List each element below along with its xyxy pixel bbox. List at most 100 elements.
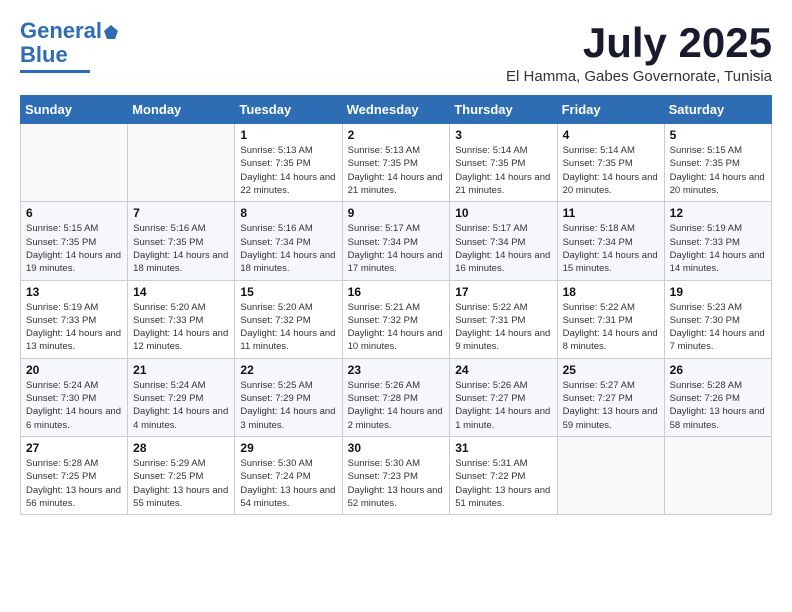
calendar-cell: 29 Sunrise: 5:30 AM Sunset: 7:24 PM Dayli… [235,436,342,514]
calendar-cell: 2 Sunrise: 5:13 AM Sunset: 7:35 PM Daylig… [342,124,450,202]
day-number: 13 [26,285,122,299]
logo: General Blue [20,20,119,73]
day-info: Sunrise: 5:22 AM Sunset: 7:31 PM Dayligh… [455,301,551,354]
calendar-cell [557,436,664,514]
day-info: Sunrise: 5:16 AM Sunset: 7:34 PM Dayligh… [240,222,336,275]
calendar-cell: 23Sunrise: 5:26 AM Sunset: 7:28 PM Dayli… [342,358,450,436]
day-number: 1 [240,128,336,142]
location-title: El Hamma, Gabes Governorate, Tunisia [506,68,772,85]
day-info: Sunrise: 5:29 AM Sunset: 7:25 PM Dayligh… [133,457,229,510]
calendar-week-3: 13 Sunrise: 5:19 AM Sunset: 7:33 PM Dayli… [21,280,772,358]
calendar-cell: 16 Sunrise: 5:21 AM Sunset: 7:32 PM Dayli… [342,280,450,358]
calendar-cell: 4 Sunrise: 5:14 AM Sunset: 7:35 PM Daylig… [557,124,664,202]
day-info: Sunrise: 5:13 AM Sunset: 7:35 PM Dayligh… [240,144,336,197]
day-number: 16 [348,285,445,299]
day-number: 22 [240,363,336,377]
calendar-cell: 25Sunrise: 5:27 AM Sunset: 7:27 PM Dayli… [557,358,664,436]
day-info: Sunrise: 5:24 AM Sunset: 7:30 PM Dayligh… [26,379,122,432]
logo-blue-text: Blue [20,42,68,68]
calendar-week-5: 27Sunrise: 5:28 AM Sunset: 7:25 PM Dayli… [21,436,772,514]
day-number: 30 [348,441,445,455]
calendar-cell: 9Sunrise: 5:17 AM Sunset: 7:34 PM Daylig… [342,202,450,280]
weekday-header-tuesday: Tuesday [235,96,342,124]
calendar-cell [664,436,771,514]
calendar-cell: 17 Sunrise: 5:22 AM Sunset: 7:31 PM Dayli… [450,280,557,358]
calendar-cell: 22 Sunrise: 5:25 AM Sunset: 7:29 PM Dayli… [235,358,342,436]
calendar-cell: 30 Sunrise: 5:30 AM Sunset: 7:23 PM Dayli… [342,436,450,514]
logo-bird-icon [103,24,119,40]
day-info: Sunrise: 5:20 AM Sunset: 7:33 PM Dayligh… [133,301,229,354]
day-number: 18 [563,285,659,299]
day-info: Sunrise: 5:17 AM Sunset: 7:34 PM Dayligh… [348,222,445,275]
calendar-cell: 27Sunrise: 5:28 AM Sunset: 7:25 PM Dayli… [21,436,128,514]
calendar-table: SundayMondayTuesdayWednesdayThursdayFrid… [20,95,772,515]
calendar-cell: 21 Sunrise: 5:24 AM Sunset: 7:29 PM Dayli… [128,358,235,436]
calendar-cell: 20 Sunrise: 5:24 AM Sunset: 7:30 PM Dayli… [21,358,128,436]
day-number: 28 [133,441,229,455]
weekday-header-monday: Monday [128,96,235,124]
day-info: Sunrise: 5:26 AM Sunset: 7:27 PM Dayligh… [455,379,551,432]
day-info: Sunrise: 5:14 AM Sunset: 7:35 PM Dayligh… [455,144,551,197]
calendar-cell: 8 Sunrise: 5:16 AM Sunset: 7:34 PM Daylig… [235,202,342,280]
day-number: 2 [348,128,445,142]
weekday-header-wednesday: Wednesday [342,96,450,124]
calendar-cell: 14Sunrise: 5:20 AM Sunset: 7:33 PM Dayli… [128,280,235,358]
weekday-header-thursday: Thursday [450,96,557,124]
calendar-cell: 13 Sunrise: 5:19 AM Sunset: 7:33 PM Dayli… [21,280,128,358]
day-info: Sunrise: 5:28 AM Sunset: 7:26 PM Dayligh… [670,379,766,432]
calendar-week-4: 20 Sunrise: 5:24 AM Sunset: 7:30 PM Dayli… [21,358,772,436]
calendar-cell: 6 Sunrise: 5:15 AM Sunset: 7:35 PM Daylig… [21,202,128,280]
day-number: 29 [240,441,336,455]
calendar-cell: 12 Sunrise: 5:19 AM Sunset: 7:33 PM Dayli… [664,202,771,280]
day-number: 4 [563,128,659,142]
weekday-header-sunday: Sunday [21,96,128,124]
day-info: Sunrise: 5:18 AM Sunset: 7:34 PM Dayligh… [563,222,659,275]
day-info: Sunrise: 5:13 AM Sunset: 7:35 PM Dayligh… [348,144,445,197]
calendar-cell: 26 Sunrise: 5:28 AM Sunset: 7:26 PM Dayli… [664,358,771,436]
title-block: July 2025 El Hamma, Gabes Governorate, T… [506,20,772,85]
day-info: Sunrise: 5:30 AM Sunset: 7:24 PM Dayligh… [240,457,336,510]
day-info: Sunrise: 5:20 AM Sunset: 7:32 PM Dayligh… [240,301,336,354]
day-info: Sunrise: 5:14 AM Sunset: 7:35 PM Dayligh… [563,144,659,197]
day-info: Sunrise: 5:15 AM Sunset: 7:35 PM Dayligh… [26,222,122,275]
day-number: 31 [455,441,551,455]
weekday-header-saturday: Saturday [664,96,771,124]
day-info: Sunrise: 5:26 AM Sunset: 7:28 PM Dayligh… [348,379,445,432]
day-info: Sunrise: 5:30 AM Sunset: 7:23 PM Dayligh… [348,457,445,510]
day-number: 25 [563,363,659,377]
day-info: Sunrise: 5:19 AM Sunset: 7:33 PM Dayligh… [26,301,122,354]
day-number: 20 [26,363,122,377]
calendar-cell [21,124,128,202]
day-info: Sunrise: 5:21 AM Sunset: 7:32 PM Dayligh… [348,301,445,354]
day-number: 6 [26,206,122,220]
day-number: 19 [670,285,766,299]
day-info: Sunrise: 5:31 AM Sunset: 7:22 PM Dayligh… [455,457,551,510]
day-info: Sunrise: 5:19 AM Sunset: 7:33 PM Dayligh… [670,222,766,275]
calendar-cell: 15Sunrise: 5:20 AM Sunset: 7:32 PM Dayli… [235,280,342,358]
calendar-week-2: 6 Sunrise: 5:15 AM Sunset: 7:35 PM Daylig… [21,202,772,280]
day-info: Sunrise: 5:28 AM Sunset: 7:25 PM Dayligh… [26,457,122,510]
day-number: 5 [670,128,766,142]
day-number: 21 [133,363,229,377]
day-number: 12 [670,206,766,220]
calendar-cell: 10 Sunrise: 5:17 AM Sunset: 7:34 PM Dayli… [450,202,557,280]
calendar-cell: 18Sunrise: 5:22 AM Sunset: 7:31 PM Dayli… [557,280,664,358]
calendar-cell: 1 Sunrise: 5:13 AM Sunset: 7:35 PM Daylig… [235,124,342,202]
calendar-cell: 28 Sunrise: 5:29 AM Sunset: 7:25 PM Dayli… [128,436,235,514]
day-number: 17 [455,285,551,299]
day-info: Sunrise: 5:25 AM Sunset: 7:29 PM Dayligh… [240,379,336,432]
day-number: 8 [240,206,336,220]
logo-text: General [20,20,119,42]
day-number: 10 [455,206,551,220]
day-number: 3 [455,128,551,142]
day-number: 26 [670,363,766,377]
day-info: Sunrise: 5:17 AM Sunset: 7:34 PM Dayligh… [455,222,551,275]
calendar-cell: 7Sunrise: 5:16 AM Sunset: 7:35 PM Daylig… [128,202,235,280]
day-info: Sunrise: 5:24 AM Sunset: 7:29 PM Dayligh… [133,379,229,432]
calendar-cell: 5Sunrise: 5:15 AM Sunset: 7:35 PM Daylig… [664,124,771,202]
month-title: July 2025 [506,20,772,66]
page-header: General Blue July 2025 El Hamma, Gabes G… [20,20,772,85]
day-number: 24 [455,363,551,377]
calendar-cell [128,124,235,202]
day-number: 11 [563,206,659,220]
